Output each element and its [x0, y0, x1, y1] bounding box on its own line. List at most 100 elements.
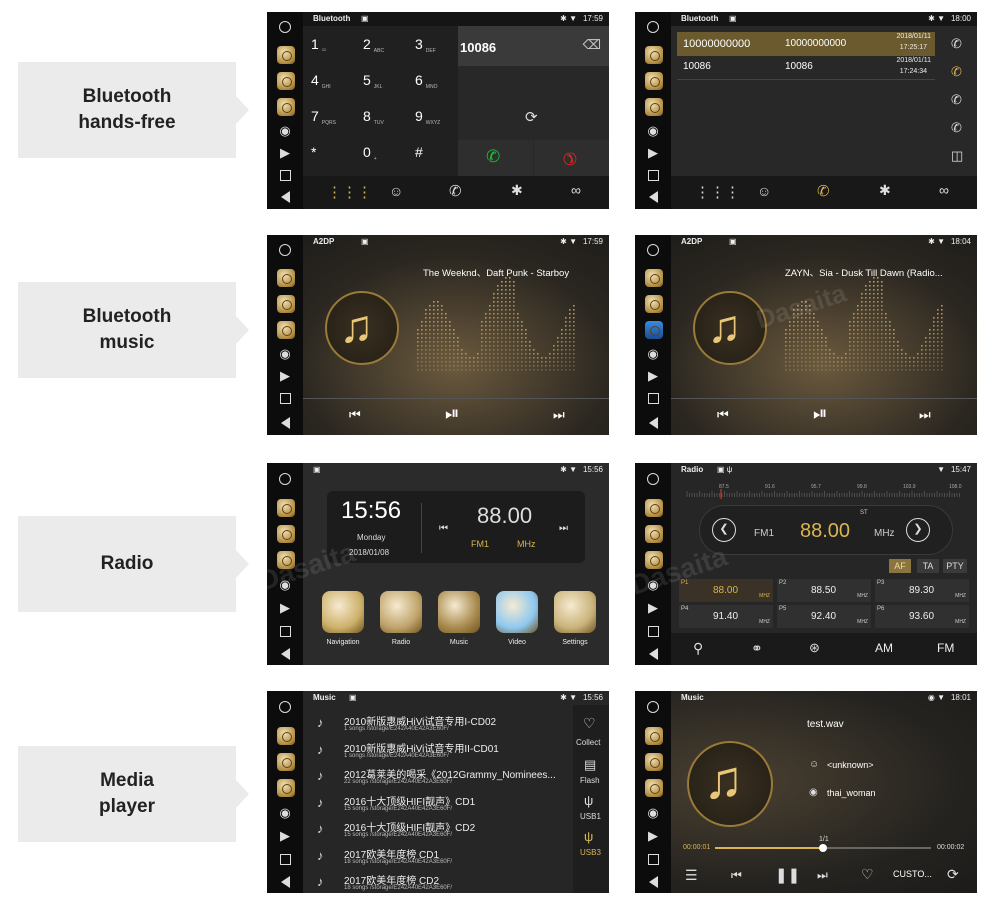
prev-track-icon[interactable]: ⏮ — [349, 407, 361, 423]
play-pause-icon[interactable]: ⏯ — [445, 403, 459, 424]
settings-app-icon[interactable] — [645, 779, 663, 797]
dialpad-tab-icon[interactable]: ⋮⋮⋮ — [327, 183, 372, 201]
calllog-row[interactable]: 10086 10086 2018/01/11 17:24:34 — [677, 56, 935, 80]
app-navigation[interactable]: Navigation — [319, 591, 367, 651]
calllog-tab-icon[interactable]: ✆ — [449, 182, 462, 200]
source-usb1[interactable]: USB1 — [580, 812, 601, 821]
widget-next-icon[interactable]: ⏭ — [559, 523, 568, 534]
app-video[interactable]: Video — [493, 591, 541, 651]
home-circle-icon[interactable] — [277, 471, 293, 487]
bluetooth-tab-icon[interactable]: ✱ — [879, 182, 891, 199]
back-triangle-icon[interactable] — [277, 415, 293, 431]
keypad-key[interactable]: 4 GHI — [311, 72, 355, 98]
camera-icon[interactable]: ◉ — [645, 123, 661, 139]
preset-p5[interactable]: P5 92.40 MHZ — [777, 605, 871, 628]
music-app-icon[interactable] — [277, 727, 295, 745]
keypad-key[interactable]: 0 + — [363, 144, 407, 170]
pty-toggle[interactable]: PTY — [943, 559, 967, 573]
source-collect[interactable]: Collect — [576, 738, 600, 747]
home-circle-icon[interactable] — [645, 242, 661, 258]
recent-square-icon[interactable] — [645, 390, 661, 406]
bluetooth-app-icon[interactable] — [645, 46, 663, 64]
home-circle-icon[interactable] — [277, 699, 293, 715]
dialpad-tab-icon[interactable]: ⋮⋮⋮ — [695, 183, 740, 201]
radio-app-icon[interactable] — [645, 295, 663, 313]
keypad-key[interactable]: 8 TUV — [363, 108, 407, 134]
radio-app-icon[interactable] — [277, 98, 295, 116]
contacts-tab-icon[interactable]: ☺ — [389, 183, 403, 199]
recent-square-icon[interactable] — [277, 390, 293, 406]
widget-prev-icon[interactable]: ⏮ — [439, 523, 448, 534]
contacts-tab-icon[interactable]: ☺ — [757, 183, 771, 199]
preset-p4[interactable]: P4 91.40 MHZ — [679, 605, 773, 628]
list-item[interactable]: ♪ 2017欧美年度榜 CD1 18 songs /storage/E242A40E… — [311, 844, 569, 870]
recent-square-icon[interactable] — [277, 167, 293, 183]
volume-icon[interactable]: ▶ — [277, 828, 293, 844]
bluetooth-app-icon[interactable] — [277, 499, 295, 517]
app-music[interactable]: Music — [435, 591, 483, 651]
search-icon[interactable]: ⚲ — [693, 640, 703, 657]
repeat-icon[interactable]: ⟳ — [947, 866, 959, 883]
ta-toggle[interactable]: TA — [917, 559, 939, 573]
volume-icon[interactable]: ▶ — [277, 145, 293, 161]
back-triangle-icon[interactable] — [277, 189, 293, 205]
list-item[interactable]: ♪ 2017欧美年度榜 CD2 18 songs /storage/E242A40E… — [311, 870, 569, 893]
preset-p3[interactable]: P3 89.30 MHZ — [875, 579, 969, 602]
keypad-key[interactable]: 1ထ — [311, 36, 355, 62]
music-app-icon[interactable] — [645, 727, 663, 745]
calllog-row-selected[interactable]: 10000000000 10000000000 2018/01/11 17:25… — [677, 32, 935, 56]
preset-p2[interactable]: P2 88.50 MHZ — [777, 579, 871, 602]
list-item[interactable]: ♪ 2016十大顶级HIFI靓声》CD1 15 songs /storage/E24… — [311, 791, 569, 817]
volume-icon[interactable]: ▶ — [645, 600, 661, 616]
backspace-icon[interactable]: ⌫ — [583, 37, 601, 53]
home-circle-icon[interactable] — [645, 471, 661, 487]
next-track-icon[interactable]: ⏭ — [919, 407, 931, 423]
back-triangle-icon[interactable] — [645, 874, 661, 890]
pause-icon[interactable]: ❚❚ — [775, 866, 800, 884]
back-triangle-icon[interactable] — [277, 646, 293, 662]
playlist-icon[interactable]: ☰ — [685, 867, 698, 884]
received-calls-icon[interactable]: ✆ — [951, 64, 962, 80]
volume-icon[interactable]: ▶ — [277, 368, 293, 384]
link-tab-icon[interactable]: ∞ — [939, 182, 949, 198]
source-usb3[interactable]: USB3 — [580, 848, 601, 857]
camera-icon[interactable]: ◉ — [277, 123, 293, 139]
back-triangle-icon[interactable] — [277, 874, 293, 890]
recent-square-icon[interactable] — [645, 851, 661, 867]
prev-track-icon[interactable]: ⏮ — [731, 868, 742, 883]
progress-knob[interactable] — [819, 844, 827, 852]
volume-icon[interactable]: ▶ — [277, 600, 293, 616]
camera-icon[interactable]: ◉ — [277, 805, 293, 821]
recent-square-icon[interactable] — [277, 623, 293, 639]
video-app-icon[interactable] — [645, 321, 663, 339]
prev-track-icon[interactable]: ⏮ — [717, 407, 729, 423]
home-circle-icon[interactable] — [277, 19, 293, 35]
radio-app-icon[interactable] — [277, 295, 295, 313]
list-item[interactable]: ♪ 2012葛莱美的喝采《2012Grammy_Nominees... 22 son… — [311, 764, 569, 790]
radio-app-icon[interactable] — [645, 98, 663, 116]
next-track-icon[interactable]: ⏭ — [553, 407, 565, 423]
music-app-icon[interactable] — [277, 321, 295, 339]
settings-app-icon[interactable] — [277, 779, 295, 797]
app-settings[interactable]: Settings — [551, 591, 599, 651]
bluetooth-app-icon[interactable] — [277, 269, 295, 287]
bluetooth-tab-icon[interactable]: ✱ — [511, 182, 523, 199]
keypad-key[interactable]: 7 PQRS — [311, 108, 355, 134]
next-track-icon[interactable]: ⏭ — [817, 868, 828, 883]
hangup-button[interactable]: ✆ — [534, 140, 609, 176]
trash-icon[interactable]: ◫ — [951, 148, 963, 164]
eq-mode-button[interactable]: CUSTO... — [893, 869, 932, 879]
camera-icon[interactable]: ◉ — [277, 346, 293, 362]
list-item[interactable]: ♪ 2010新版惠威HiVi试音专用I-CD02 1 songs /storage/… — [311, 711, 569, 737]
missed-calls-icon[interactable]: ✆ — [951, 120, 962, 136]
keypad-key[interactable]: 5 JKL — [363, 72, 407, 98]
recent-square-icon[interactable] — [645, 623, 661, 639]
sync-icon[interactable]: ⟳ — [525, 108, 538, 126]
keypad-key[interactable]: 6 MNO — [415, 72, 459, 98]
app-radio[interactable]: Radio — [377, 591, 425, 651]
list-item[interactable]: ♪ 2010新版惠威HiVi试音专用II-CD01 1 songs /storage… — [311, 738, 569, 764]
fm-button[interactable]: FM — [937, 641, 954, 655]
settings-app-icon[interactable] — [277, 525, 295, 543]
am-button[interactable]: AM — [875, 641, 893, 655]
seek-prev-button[interactable]: ❮ — [712, 518, 736, 542]
